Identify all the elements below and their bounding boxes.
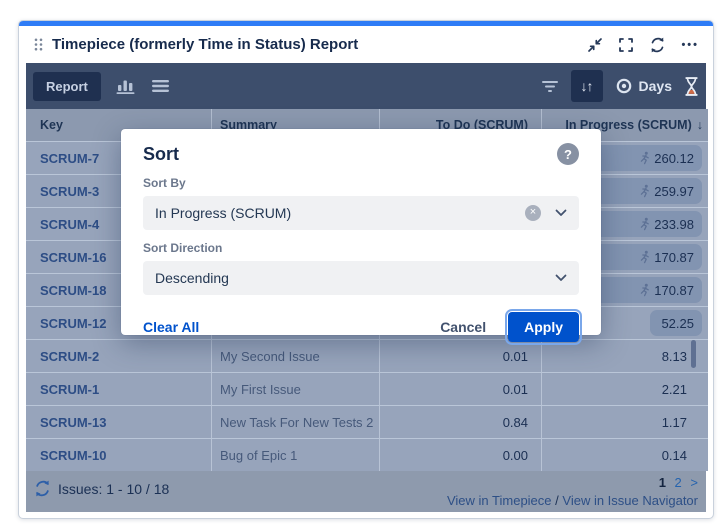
sort-by-label: Sort By	[143, 176, 579, 190]
widget-footer: Issues: 1 - 10 / 18 1 2 > View in Timepi…	[26, 471, 706, 512]
in-progress-value: 0.14	[662, 448, 687, 463]
issue-key-link[interactable]: SCRUM-2	[40, 349, 99, 364]
in-progress-highlight: 52.25	[650, 310, 702, 336]
more-options-icon[interactable]: •••	[681, 39, 699, 51]
refresh-icon[interactable]	[649, 37, 666, 53]
fullscreen-icon[interactable]	[618, 37, 634, 53]
issue-key-link[interactable]: SCRUM-4	[40, 217, 99, 232]
table-row[interactable]: SCRUM-1 My First Issue 0.01 2.21	[26, 372, 708, 405]
refresh-issues-icon[interactable]	[34, 480, 51, 497]
in-progress-value: 52.25	[661, 316, 694, 331]
in-progress-value: 233.98	[654, 217, 694, 232]
clear-selection-icon[interactable]: ×	[525, 205, 541, 221]
in-progress-value: 259.97	[654, 184, 694, 199]
in-progress-value: 8.13	[662, 349, 687, 364]
issue-key-link[interactable]: SCRUM-10	[40, 448, 106, 463]
sort-descending-icon: ↓	[697, 118, 703, 132]
issue-summary: My Second Issue	[220, 349, 320, 364]
page-2-link[interactable]: 2	[675, 475, 682, 490]
runner-icon	[637, 151, 651, 165]
todo-value: 0.01	[503, 349, 528, 364]
table-row[interactable]: SCRUM-10 Bug of Epic 1 0.00 0.14	[26, 438, 708, 471]
widget-title: Timepiece (formerly Time in Status) Repo…	[52, 36, 587, 53]
widget-title-bar: Timepiece (formerly Time in Status) Repo…	[19, 26, 713, 63]
cancel-button[interactable]: Cancel	[440, 319, 486, 335]
issue-summary: My First Issue	[220, 382, 301, 397]
sort-dialog: Sort ? Sort By In Progress (SCRUM) × Sor…	[121, 129, 601, 335]
filter-icon[interactable]	[541, 80, 559, 93]
in-progress-value: 170.87	[654, 283, 694, 298]
next-page-arrow[interactable]: >	[690, 475, 698, 490]
page-1-current[interactable]: 1	[659, 475, 666, 490]
view-in-timepiece-link[interactable]: View in Timepiece	[447, 493, 552, 508]
issues-count-label: Issues: 1 - 10 / 18	[58, 481, 169, 497]
chevron-down-icon	[555, 274, 567, 282]
issue-key-link[interactable]: SCRUM-18	[40, 283, 106, 298]
runner-icon	[637, 217, 651, 231]
help-icon[interactable]: ?	[557, 143, 579, 165]
sort-direction-select[interactable]: Descending	[143, 261, 579, 295]
timepiece-report-widget: Timepiece (formerly Time in Status) Repo…	[18, 20, 714, 519]
table-scrollbar-thumb[interactable]	[691, 340, 696, 368]
chevron-down-icon	[555, 209, 567, 217]
in-progress-value: 260.12	[654, 151, 694, 166]
hourglass-icon	[684, 77, 699, 96]
issue-key-link[interactable]: SCRUM-13	[40, 415, 106, 430]
footer-links: View in Timepiece / View in Issue Naviga…	[447, 493, 698, 508]
apply-button[interactable]: Apply	[508, 312, 579, 342]
toolbar: Report ↓↑ D	[26, 63, 706, 109]
issue-key-link[interactable]: SCRUM-1	[40, 382, 99, 397]
in-progress-value: 170.87	[654, 250, 694, 265]
runner-icon	[637, 250, 651, 264]
pagination: 1 2 >	[659, 475, 698, 490]
eye-icon[interactable]	[615, 77, 633, 95]
clear-all-link[interactable]: Clear All	[143, 319, 199, 335]
collapse-icon[interactable]	[587, 37, 603, 53]
view-in-issue-navigator-link[interactable]: View in Issue Navigator	[562, 493, 698, 508]
runner-icon	[637, 184, 651, 198]
issue-key-link[interactable]: SCRUM-7	[40, 151, 99, 166]
issue-key-link[interactable]: SCRUM-12	[40, 316, 106, 331]
issue-key-link[interactable]: SCRUM-3	[40, 184, 99, 199]
sort-direction-value: Descending	[155, 270, 555, 286]
issue-key-link[interactable]: SCRUM-16	[40, 250, 106, 265]
days-unit-label[interactable]: Days	[639, 78, 672, 94]
todo-value: 0.84	[503, 415, 528, 430]
in-progress-value: 2.21	[662, 382, 687, 397]
runner-icon	[637, 283, 651, 297]
list-menu-icon[interactable]	[151, 79, 170, 93]
sort-by-select[interactable]: In Progress (SCRUM) ×	[143, 196, 579, 230]
table-row[interactable]: SCRUM-2 My Second Issue 0.01 8.13	[26, 339, 708, 372]
todo-value: 0.00	[503, 448, 528, 463]
sort-direction-label: Sort Direction	[143, 241, 579, 255]
chart-view-icon[interactable]	[115, 78, 137, 95]
report-tab-button[interactable]: Report	[33, 72, 101, 101]
drag-handle-icon[interactable]	[33, 37, 44, 52]
table-row[interactable]: SCRUM-13 New Task For New Tests 2 0.84 1.17	[26, 405, 708, 438]
in-progress-value: 1.17	[662, 415, 687, 430]
issue-summary: Bug of Epic 1	[220, 448, 297, 463]
sort-dialog-title: Sort	[143, 144, 179, 165]
todo-value: 0.01	[503, 382, 528, 397]
sort-by-value: In Progress (SCRUM)	[155, 205, 525, 221]
sort-button[interactable]: ↓↑	[571, 70, 603, 102]
issue-summary: New Task For New Tests 2	[220, 415, 373, 430]
